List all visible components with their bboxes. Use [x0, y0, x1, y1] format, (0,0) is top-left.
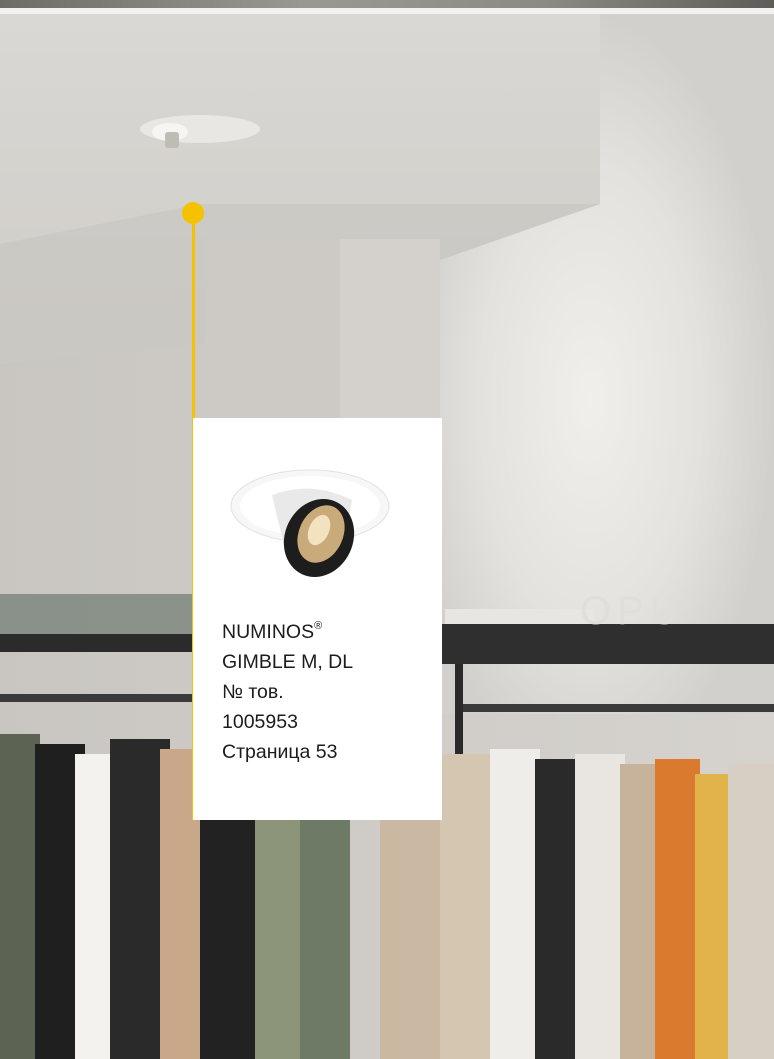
product-variant: GIMBLE M, DL: [222, 651, 354, 673]
product-description: NUMINOS® GIMBLE M, DL № тов. 1005953 Стр…: [222, 611, 353, 767]
product-info-card[interactable]: NUMINOS® GIMBLE M, DL № тов. 1005953 Стр…: [193, 418, 442, 820]
svg-text:OPU: OPU: [580, 589, 685, 633]
product-name-line: NUMINOS®: [222, 611, 353, 647]
gimble-downlight-product-icon: [230, 469, 390, 577]
article-label: № тов.: [222, 681, 284, 703]
page-reference: Страница 53: [222, 741, 338, 763]
article-number: 1005953: [222, 711, 298, 733]
product-name: NUMINOS: [222, 621, 315, 643]
registered-mark: ®: [314, 620, 323, 632]
